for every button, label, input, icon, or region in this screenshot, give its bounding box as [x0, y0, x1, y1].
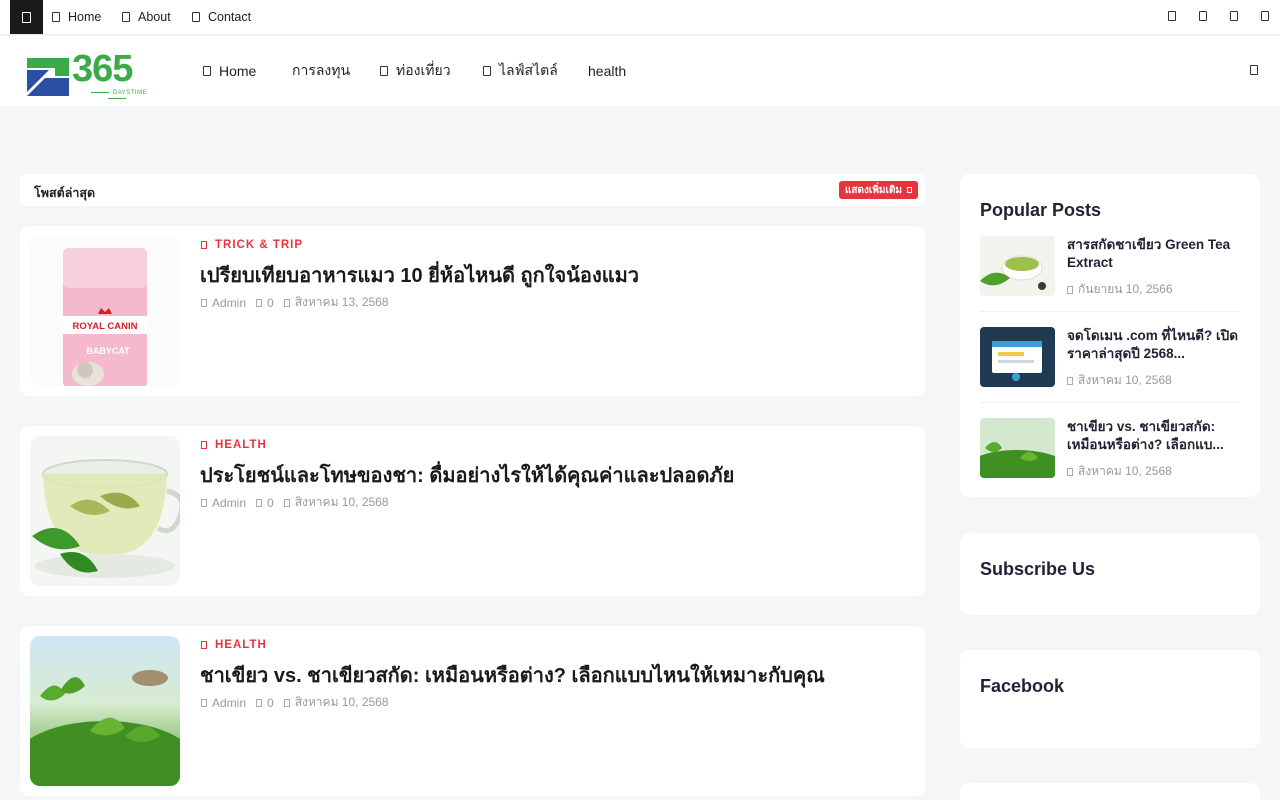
post-thumbnail[interactable] — [30, 636, 180, 786]
tag-icon — [201, 441, 207, 449]
mail-icon — [192, 12, 200, 22]
topnav-contact[interactable]: Contact — [192, 0, 251, 34]
heart-icon — [483, 66, 491, 76]
divider — [980, 402, 1240, 403]
logo-mark-icon — [27, 58, 69, 96]
post-title[interactable]: เปรียบเทียบอาหารแมว 10 ยี่ห้อไหนดี ถูกใจ… — [200, 263, 900, 289]
arrow-icon — [907, 187, 912, 193]
user-icon — [201, 698, 207, 707]
info-icon — [122, 12, 130, 22]
calendar-icon — [1067, 467, 1073, 476]
calendar-icon — [1067, 376, 1073, 385]
popular-post-title[interactable]: ชาเขียว vs. ชาเขียวสกัด: เหมือนหรือต่าง?… — [1067, 418, 1242, 454]
latest-posts-bar: โพสต์ล่าสุด แสดงเพิ่มเติม — [20, 174, 925, 206]
thumb-brand-text: ROYAL CANIN — [73, 321, 138, 332]
site-logo[interactable]: 365 DAYSTIME — [25, 49, 160, 102]
topnav-about[interactable]: About — [122, 0, 171, 34]
home-icon — [52, 12, 60, 22]
tag-icon — [201, 241, 207, 249]
post-card[interactable]: HEALTH ประโยชน์และโทษของชา: ดื่มอย่างไรใ… — [20, 426, 925, 596]
site-header: 365 DAYSTIME Home การลงทุน ท่องเที่ยว ไล… — [0, 36, 1280, 106]
calendar-icon — [1067, 285, 1073, 294]
popular-post-item[interactable]: สารสกัดชาเขียว Green Tea Extract กันยายน… — [980, 236, 1240, 296]
post-meta: Admin 0 สิงหาคม 10, 2568 — [201, 693, 399, 712]
mainnav-travel[interactable]: ท่องเที่ยว — [380, 36, 451, 106]
popular-post-date: สิงหาคม 10, 2568 — [1067, 371, 1172, 390]
post-author[interactable]: Admin — [212, 696, 246, 710]
plane-icon — [380, 66, 388, 76]
post-meta: Admin 0 สิงหาคม 13, 2568 — [201, 293, 399, 312]
user-icon — [201, 298, 207, 307]
menu-icon — [22, 11, 31, 23]
widget-title: Facebook — [980, 676, 1065, 696]
popular-post-thumbnail[interactable] — [980, 327, 1055, 387]
post-title[interactable]: ชาเขียว vs. ชาเขียวสกัด: เหมือนหรือต่าง?… — [200, 663, 900, 689]
calendar-icon — [283, 698, 290, 707]
widget-title: Subscribe Us — [980, 559, 1096, 579]
facebook-icon[interactable] — [1168, 11, 1176, 21]
popular-post-title[interactable]: จดโดเมน .com ที่ไหนดี? เปิดราคาล่าสุดปี … — [1067, 327, 1242, 363]
facebook-widget: Facebook — [960, 650, 1260, 748]
youtube-icon[interactable] — [1261, 11, 1269, 21]
popular-post-date: กันยายน 10, 2566 — [1067, 280, 1173, 299]
popular-post-title[interactable]: สารสกัดชาเขียว Green Tea Extract — [1067, 236, 1242, 272]
post-card[interactable]: HEALTH ชาเขียว vs. ชาเขียวสกัด: เหมือนหร… — [20, 626, 925, 796]
divider — [980, 311, 1240, 312]
post-category[interactable]: HEALTH — [201, 439, 267, 451]
mainnav-investment[interactable]: การลงทุน — [292, 36, 350, 106]
widget-title: Popular Posts — [980, 200, 1102, 220]
mainnav-health[interactable]: health — [588, 36, 626, 106]
popular-post-thumbnail[interactable] — [980, 236, 1055, 296]
post-thumbnail[interactable]: ROYAL CANIN BABYCAT — [30, 236, 180, 386]
comment-icon — [256, 298, 263, 307]
show-more-button[interactable]: แสดงเพิ่มเติม — [838, 181, 918, 199]
post-author[interactable]: Admin — [212, 496, 246, 510]
post-date: สิงหาคม 13, 2568 — [294, 295, 389, 309]
post-comments: 0 — [267, 295, 274, 310]
post-author[interactable]: Admin — [212, 296, 246, 310]
popular-posts-widget: Popular Posts สารสกัดชาเขียว Green Tea E… — [960, 174, 1260, 497]
post-date: สิงหาคม 10, 2568 — [294, 695, 389, 709]
post-date: สิงหาคม 10, 2568 — [294, 495, 389, 509]
search-icon[interactable] — [1250, 65, 1258, 75]
post-title[interactable]: ประโยชน์และโทษของชา: ดื่มอย่างไรให้ได้คุ… — [200, 463, 900, 489]
post-comments: 0 — [267, 495, 274, 510]
post-meta: Admin 0 สิงหาคม 10, 2568 — [201, 493, 399, 512]
user-icon — [201, 498, 207, 507]
subscribe-widget: Subscribe Us — [960, 533, 1260, 615]
calendar-icon — [283, 298, 290, 307]
comment-icon — [256, 698, 263, 707]
calendar-icon — [283, 498, 290, 507]
topnav-home[interactable]: Home — [52, 0, 101, 34]
latest-posts-label: โพสต์ล่าสุด — [34, 186, 96, 200]
popular-post-item[interactable]: ชาเขียว vs. ชาเขียวสกัด: เหมือนหรือต่าง?… — [980, 418, 1240, 478]
logo-text: 365 — [72, 48, 133, 90]
logo-subtitle: DAYSTIME — [75, 90, 159, 102]
home-icon — [203, 66, 211, 76]
top-bar: Home About Contact — [0, 0, 1280, 35]
thumb-product-text: BABYCAT — [86, 346, 130, 356]
tag-icon — [201, 641, 207, 649]
twitter-icon[interactable] — [1199, 11, 1207, 21]
post-card[interactable]: ROYAL CANIN BABYCAT TRICK & TRIP เปรียบเ… — [20, 226, 925, 396]
instagram-icon[interactable] — [1230, 11, 1238, 21]
post-category[interactable]: TRICK & TRIP — [201, 239, 303, 251]
popular-post-date: สิงหาคม 10, 2568 — [1067, 462, 1172, 481]
post-comments: 0 — [267, 695, 274, 710]
comment-icon — [256, 498, 263, 507]
menu-button[interactable] — [10, 0, 43, 34]
sidebar-widget — [960, 783, 1260, 800]
mainnav-lifestyle[interactable]: ไลฟ์สไตล์ — [483, 36, 558, 106]
mainnav-home[interactable]: Home — [203, 36, 256, 106]
post-thumbnail[interactable] — [30, 436, 180, 586]
popular-post-thumbnail[interactable] — [980, 418, 1055, 478]
post-category[interactable]: HEALTH — [201, 639, 267, 651]
popular-post-item[interactable]: จดโดเมน .com ที่ไหนดี? เปิดราคาล่าสุดปี … — [980, 327, 1240, 387]
